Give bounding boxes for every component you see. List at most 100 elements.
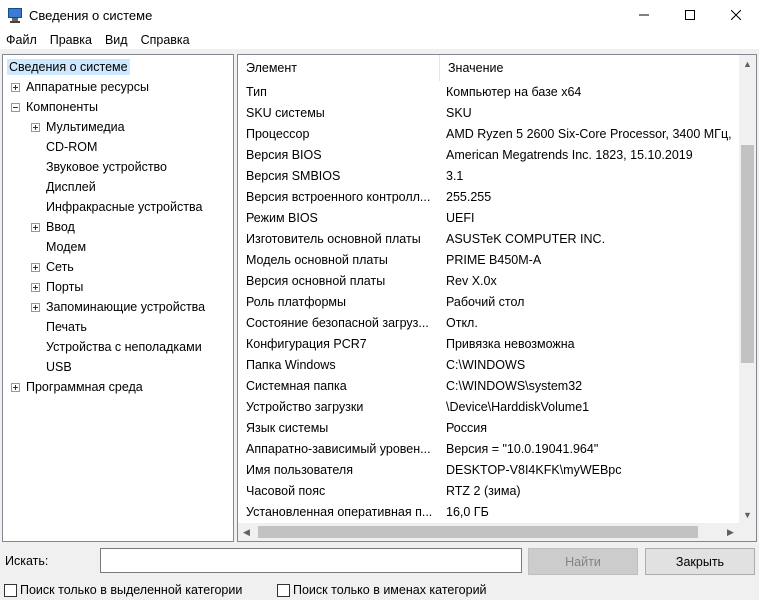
tree-item[interactable]: Звуковое устройство [31,157,169,177]
table-row[interactable]: Модель основной платы PRIME B450M-A [238,249,738,270]
table-row[interactable]: Конфигурация PCR7 Привязка невозможна [238,333,738,354]
checkbox-selected-category-row[interactable]: Поиск только в выделенной категории [4,582,242,598]
menu-edit[interactable]: Правка [44,33,99,47]
tree-item-label: Мультимедиа [46,120,125,134]
table-row[interactable]: Изготовитель основной платы ASUSTeK COMPU… [238,228,738,249]
scroll-left-icon[interactable]: ◀ [238,523,255,541]
tree-item[interactable]: CD-ROM [31,137,99,157]
details-list[interactable]: Элемент Значение Тип Компьютер на базе x6… [237,54,757,542]
vertical-scroll-thumb[interactable] [741,145,754,363]
expand-icon[interactable] [11,82,20,92]
row-value: Компьютер на базе x64 [446,84,582,99]
search-input[interactable] [100,548,522,573]
row-element: Состояние безопасной загруз... [246,315,429,330]
tree-item[interactable]: Сеть [31,257,76,277]
tree-item[interactable]: Порты [31,277,85,297]
expand-icon[interactable] [31,302,40,312]
table-row[interactable]: Процессор AMD Ryzen 5 2600 Six-Core Proce… [238,123,738,144]
close-window-button[interactable] [713,0,759,30]
expand-icon[interactable] [31,262,40,272]
expand-icon[interactable] [31,122,40,132]
table-row[interactable]: Системная папка C:\WINDOWS\system32 [238,375,738,396]
collapse-icon[interactable] [11,102,20,112]
find-button[interactable]: Найти [528,548,638,575]
row-value: Версия = "10.0.19041.964" [446,441,599,456]
close-button[interactable]: Закрыть [645,548,755,575]
table-row[interactable]: Режим BIOS UEFI [238,207,738,228]
tree-item[interactable]: Запоминающие устройства [31,297,207,317]
minimize-button[interactable] [621,0,667,30]
tree-item[interactable]: USB [31,357,74,377]
scroll-right-icon[interactable]: ▶ [722,523,739,541]
tree-item[interactable]: Устройства с неполадками [31,337,204,357]
row-element: Версия основной платы [246,273,386,288]
table-row[interactable]: Версия встроенного контролл... 255.255 [238,186,738,207]
row-value: 255.255 [446,189,492,204]
tree-item[interactable]: Модем [31,237,88,257]
table-row[interactable]: Часовой пояс RTZ 2 (зима) [238,480,738,501]
table-row[interactable]: Установленная оперативная п... 16,0 ГБ [238,501,738,522]
row-value: RTZ 2 (зима) [446,483,521,498]
expand-icon[interactable] [11,382,20,392]
menu-view[interactable]: Вид [99,33,135,47]
tree-item[interactable]: Сведения о системе [7,57,130,77]
row-value: C:\WINDOWS\system32 [446,378,583,393]
table-row[interactable]: Версия SMBIOS 3.1 [238,165,738,186]
row-element: Процессор [246,126,310,141]
table-row[interactable]: Папка Windows C:\WINDOWS [238,354,738,375]
tree-item[interactable]: Инфракрасные устройства [31,197,204,217]
maximize-button[interactable] [667,0,713,30]
horizontal-scroll-thumb[interactable] [258,526,698,538]
table-row[interactable]: Состояние безопасной загруз... Откл. [238,312,738,333]
column-header-value[interactable]: Значение [440,55,738,81]
maximize-icon [685,10,695,20]
scroll-down-icon[interactable]: ▼ [739,506,756,523]
expand-icon[interactable] [31,222,40,232]
row-element: Установленная оперативная п... [246,504,433,519]
tree-item[interactable]: Печать [31,317,89,337]
checkbox-selected-category[interactable] [4,583,17,597]
tree-item-label: USB [46,360,72,374]
checkbox-category-names-row[interactable]: Поиск только в именах категорий [277,582,487,598]
tree-item[interactable]: Мультимедиа [31,117,127,137]
row-value: Rev X.0x [446,273,497,288]
tree-item[interactable]: Дисплей [31,177,98,197]
tree-item[interactable]: Ввод [31,217,77,237]
tree-item-label: Аппаратные ресурсы [26,80,149,94]
row-element: Конфигурация PCR7 [246,336,367,351]
window-title: Сведения о системе [29,7,153,23]
row-element: SKU системы [246,105,325,120]
row-element: Версия встроенного контролл... [246,189,431,204]
row-element: Тип [246,84,267,99]
table-row[interactable]: SKU системы SKU [238,102,738,123]
column-header-element[interactable]: Элемент [238,55,440,81]
row-element: Версия BIOS [246,147,322,162]
minimize-icon [639,14,649,16]
table-row[interactable]: Язык системы Россия [238,417,738,438]
table-row[interactable]: Аппаратно-зависимый уровен... Версия = "1… [238,438,738,459]
tree-item-label: Ввод [46,220,75,234]
table-row[interactable]: Версия BIOS American Megatrends Inc. 1823… [238,144,738,165]
tree-item-label: CD-ROM [46,140,98,154]
row-element: Модель основной платы [246,252,388,267]
tree-item-label: Сеть [46,260,74,274]
menu-help[interactable]: Справка [135,33,197,47]
horizontal-scrollbar[interactable]: ◀ ▶ [238,523,739,541]
tree-item[interactable]: Аппаратные ресурсы [11,77,151,97]
row-element: Папка Windows [246,357,336,372]
menu-file[interactable]: Файл [0,33,44,47]
row-element: Режим BIOS [246,210,318,225]
checkbox-category-names[interactable] [277,583,290,597]
table-row[interactable]: Устройство загрузки \Device\HarddiskVolum… [238,396,738,417]
category-tree[interactable]: Сведения о системе Аппаратные ресурсы Комп… [2,54,234,542]
tree-item[interactable]: Компоненты [11,97,100,117]
expand-icon[interactable] [31,282,40,292]
scroll-up-icon[interactable]: ▲ [739,55,756,72]
table-row[interactable]: Версия основной платы Rev X.0x [238,270,738,291]
table-row[interactable]: Имя пользователя DESKTOP-V8I4KFK\myWEBpc [238,459,738,480]
title-bar: Сведения о системе [0,0,759,30]
tree-item[interactable]: Программная среда [11,377,145,397]
table-row[interactable]: Роль платформы Рабочий стол [238,291,738,312]
table-row[interactable]: Тип Компьютер на базе x64 [238,81,738,102]
vertical-scrollbar[interactable]: ▲ ▼ [739,55,756,523]
